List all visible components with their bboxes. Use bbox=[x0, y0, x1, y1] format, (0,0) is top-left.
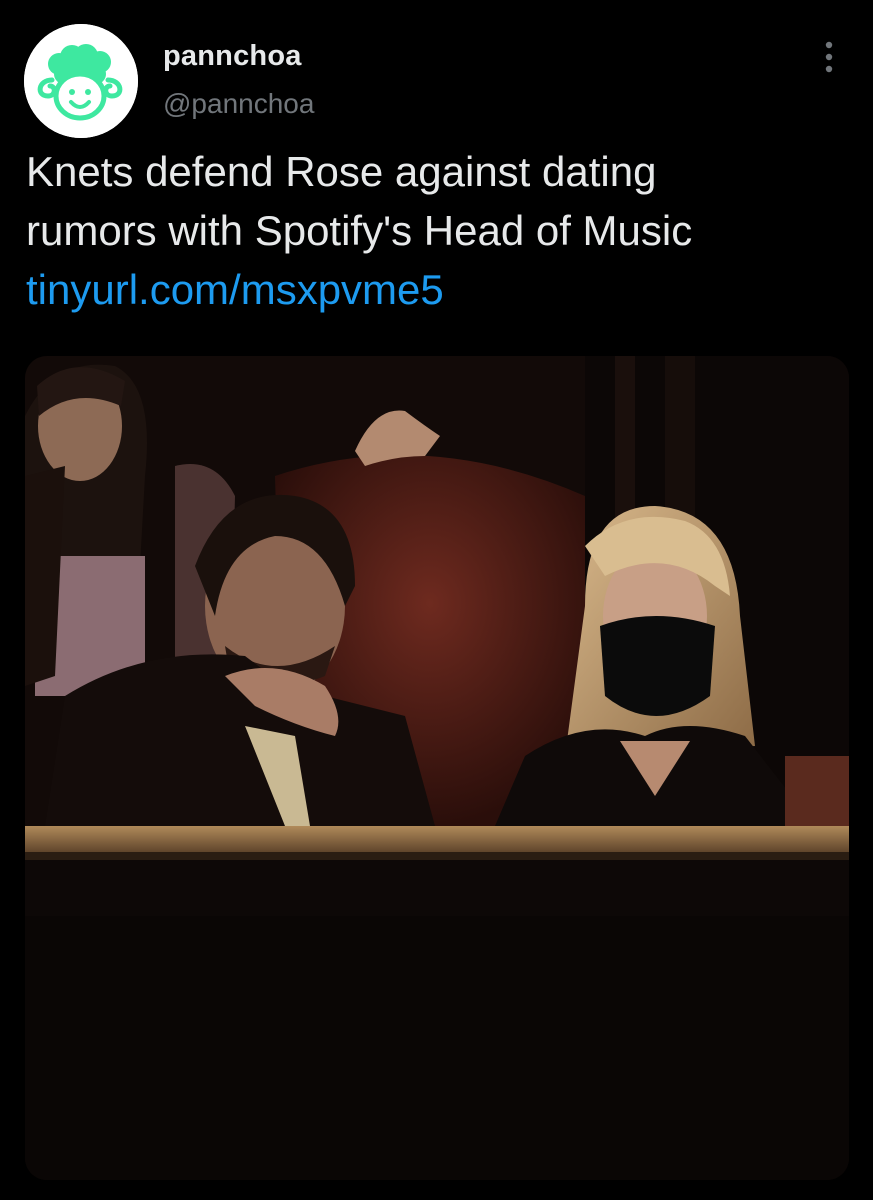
more-options-button[interactable] bbox=[812, 36, 846, 80]
tweet-text-line: rumors with Spotify's Head of Music bbox=[26, 207, 693, 254]
tweet-text-line: Knets defend Rose against dating bbox=[26, 148, 657, 195]
tweet-link[interactable]: tinyurl.com/msxpvme5 bbox=[26, 260, 846, 319]
photo-theater-box bbox=[25, 356, 849, 1180]
display-name[interactable]: pannchoa bbox=[163, 40, 302, 73]
user-handle[interactable]: @pannchoa bbox=[163, 88, 314, 120]
tweet-text: Knets defend Rose against dating rumors … bbox=[26, 142, 846, 319]
avatar[interactable] bbox=[24, 24, 138, 138]
tweet-photo[interactable] bbox=[25, 356, 849, 1180]
sheep-logo-icon bbox=[24, 24, 138, 138]
more-vertical-icon bbox=[825, 41, 833, 73]
tweet-card: pannchoa @pannchoa Knets defend Rose aga… bbox=[0, 0, 873, 1200]
